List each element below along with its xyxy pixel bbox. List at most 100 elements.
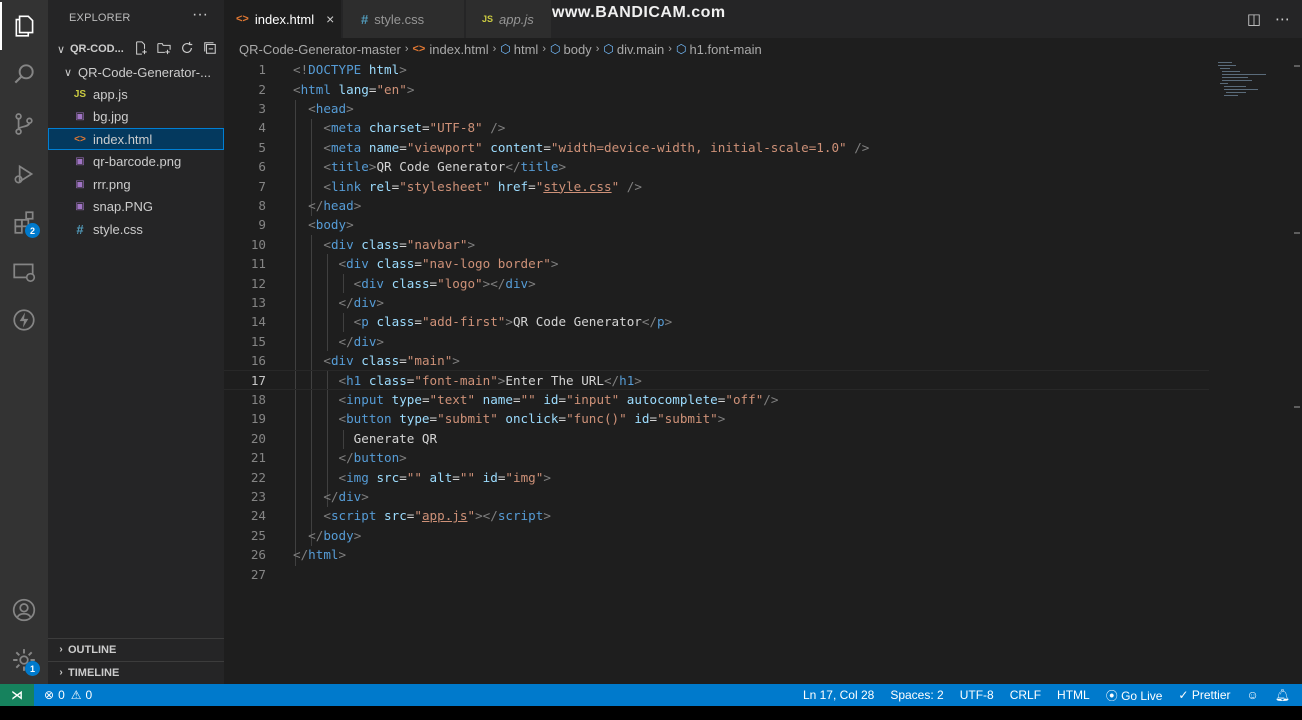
settings-badge: 1 (25, 661, 40, 676)
line-number: 19 (250, 411, 266, 427)
cursor-position[interactable]: Ln 17, Col 28 (803, 688, 874, 702)
file-name: bg.jpg (93, 108, 129, 124)
line-number: 12 (250, 275, 266, 291)
code-line: 1 <!DOCTYPE html> (224, 60, 1209, 79)
new-file-icon[interactable] (132, 39, 149, 56)
code-editor[interactable]: 1 <!DOCTYPE html> 2 <html lang="en"> 3 <he… (224, 60, 1224, 684)
chevron-right-icon: › (492, 43, 497, 55)
file-name: index.html (93, 131, 153, 147)
file-item-rrr-png[interactable]: ▣ rrr.png (48, 173, 224, 195)
breadcrumb-file[interactable]: index.html (429, 42, 488, 57)
code-line: 18 <input type="text" name="" id="input"… (224, 390, 1209, 409)
chevron-down-icon: ∨ (64, 66, 73, 79)
more-actions-icon[interactable]: ⋯ (1275, 10, 1290, 28)
settings-gear-icon[interactable]: 1 (0, 636, 48, 684)
vertical-scrollbar[interactable] (1294, 60, 1302, 684)
go-live-button[interactable]: ⦿ Go Live (1106, 687, 1163, 704)
code-line: 19 <button type="submit" onclick="func()… (224, 409, 1209, 428)
explorer-icon[interactable] (0, 2, 48, 50)
tab-index-html[interactable]: <> index.html × (224, 0, 342, 38)
file-item-app-js[interactable]: JS app.js (48, 83, 224, 105)
notifications-bell-icon[interactable]: 🔔︎ (1275, 688, 1290, 702)
new-folder-icon[interactable] (155, 39, 172, 56)
outline-section[interactable]: › OUTLINE (48, 638, 224, 660)
collapse-all-icon[interactable] (201, 39, 218, 56)
breadcrumb-item[interactable]: div.main (617, 42, 664, 57)
run-debug-icon[interactable] (0, 150, 48, 198)
more-actions-icon[interactable]: ··· (192, 6, 208, 24)
timeline-label: TIMELINE (68, 666, 120, 679)
image-file-icon: ▣ (75, 110, 85, 122)
chevron-right-icon: › (59, 644, 63, 655)
line-number: 20 (250, 430, 266, 446)
breadcrumb-item[interactable]: body (563, 42, 591, 57)
tab-label: index.html (254, 11, 315, 27)
encoding[interactable]: UTF-8 (960, 688, 994, 702)
source-control-icon[interactable] (0, 100, 48, 148)
code-text: <p class="add-first">QR Code Generator</… (353, 314, 673, 330)
breadcrumb-item[interactable]: h1.font-main (689, 42, 761, 57)
line-ending[interactable]: CRLF (1010, 688, 1041, 702)
code-line: 8 </head> (224, 196, 1209, 215)
breadcrumb-folder[interactable]: QR-Code-Generator-master (239, 42, 401, 57)
line-number: 6 (258, 159, 266, 175)
css-file-icon: # (361, 11, 369, 27)
html-file-icon: <> (412, 43, 426, 55)
file-item-style-css[interactable]: # style.css (48, 218, 224, 240)
timeline-section[interactable]: › TIMELINE (48, 661, 224, 683)
subfolder-row[interactable]: ∨ QR-Code-Generator-... (48, 61, 224, 83)
code-text: <img src="" alt="" id="img"> (338, 469, 551, 485)
feedback-icon[interactable]: ☺ (1247, 688, 1259, 702)
file-item-qr-barcode-png[interactable]: ▣ qr-barcode.png (48, 150, 224, 172)
file-item-snap-png[interactable]: ▣ snap.PNG (48, 195, 224, 217)
breadcrumb-item[interactable]: html (514, 42, 539, 57)
close-icon[interactable]: × (326, 11, 334, 27)
code-text: <div class="nav-logo border"> (338, 256, 559, 272)
activity-bar: 2 1 (0, 0, 48, 684)
code-line: 11 <div class="nav-logo border"> (224, 254, 1209, 273)
lightning-icon[interactable] (0, 296, 48, 344)
broadcast-icon: ⦿ (1105, 688, 1122, 703)
remote-indicator-icon[interactable]: ⋊ (0, 684, 34, 706)
code-line-current: 17 <h1 class="font-main">Enter The URL</… (224, 370, 1209, 390)
outline-label: OUTLINE (68, 643, 117, 656)
minimap[interactable] (1216, 60, 1276, 100)
css-file-icon: # (76, 221, 84, 237)
html-file-icon: <> (236, 13, 249, 25)
file-item-index-html[interactable]: <> index.html (48, 128, 224, 150)
code-text: <button type="submit" onclick="func()" i… (338, 411, 726, 427)
problems-indicator[interactable]: ⊗ 0 ⚠ 0 (44, 684, 92, 706)
indentation[interactable]: Spaces: 2 (890, 688, 943, 702)
account-icon[interactable] (0, 586, 48, 634)
warning-icon: ⚠ (70, 688, 82, 702)
prettier-button[interactable]: ✓ Prettier (1178, 688, 1230, 702)
code-text: <div class="logo"></div> (353, 275, 536, 291)
file-item-bg-jpg[interactable]: ▣ bg.jpg (48, 105, 224, 127)
file-name: rrr.png (93, 176, 131, 192)
line-number: 9 (258, 217, 266, 233)
code-line: 2 <html lang="en"> (224, 79, 1209, 98)
extensions-icon[interactable]: 2 (0, 198, 48, 246)
tab-app-js[interactable]: JS app.js (466, 0, 552, 38)
js-file-icon: JS (482, 14, 494, 24)
root-folder-row[interactable]: ∨ QR-COD... (48, 38, 224, 60)
line-number: 3 (258, 100, 266, 116)
line-number: 25 (250, 527, 266, 543)
html-file-icon: <> (74, 133, 86, 145)
refresh-icon[interactable] (178, 39, 195, 56)
explorer-sidebar: EXPLORER ··· ∨ QR-COD... ∨ QR-Code-Gener… (48, 0, 224, 684)
remote-explorer-icon[interactable] (0, 248, 48, 296)
tab-style-css[interactable]: # style.css (343, 0, 465, 38)
split-editor-icon[interactable]: ◫ (1247, 10, 1261, 28)
language-mode[interactable]: HTML (1057, 688, 1090, 702)
line-number: 13 (250, 294, 266, 310)
code-line: 23 </div> (224, 487, 1209, 506)
root-folder-name: QR-COD... (70, 43, 124, 55)
tab-label: app.js (499, 11, 534, 27)
code-text: <meta charset="UTF-8" /> (323, 120, 506, 136)
error-icon: ⊗ (44, 688, 55, 702)
bandicam-watermark: www.BANDICAM.com (552, 4, 726, 21)
element-icon: ⬡ (603, 42, 614, 56)
search-icon[interactable] (0, 50, 48, 98)
line-number: 4 (258, 120, 266, 136)
